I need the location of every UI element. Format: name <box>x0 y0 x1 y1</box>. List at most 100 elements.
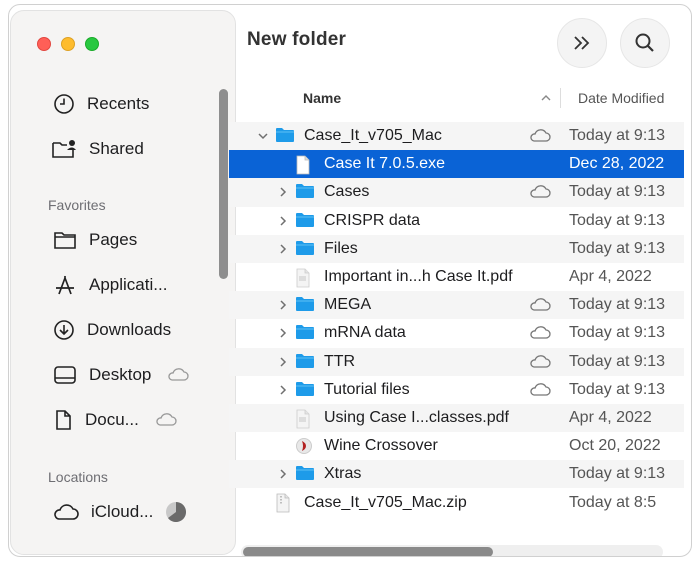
search-button[interactable] <box>620 18 670 68</box>
file-date-modified: Today at 9:13 <box>569 239 666 257</box>
file-name: Case It 7.0.5.exe <box>324 155 445 173</box>
disclosure-closed-icon[interactable] <box>277 468 289 480</box>
file-row[interactable]: Cases Today at 9:13 <box>229 178 684 207</box>
file-name: Cases <box>324 183 370 201</box>
sidebar-item-label: Recents <box>87 94 150 113</box>
icloud-status-icon <box>529 326 551 345</box>
column-separator[interactable] <box>560 88 561 108</box>
disclosure-closed-icon[interactable] <box>277 215 289 227</box>
file-name: TTR <box>324 352 356 370</box>
file-row[interactable]: MEGA Today at 9:13 <box>229 291 684 320</box>
folder-icon <box>275 127 295 145</box>
file-row[interactable]: Tutorial files Today at 9:13 <box>229 376 684 404</box>
sidebar-item-pages[interactable]: Pages <box>53 225 213 255</box>
file-name: Case_It_v705_Mac <box>304 127 442 145</box>
shared-folder-icon <box>52 140 76 158</box>
file-name: Important in...h Case It.pdf <box>324 268 513 286</box>
icloud-status-icon <box>168 368 190 381</box>
sidebar-item-label: iCloud... <box>91 502 154 521</box>
horizontal-scrollbar[interactable] <box>243 547 493 556</box>
file-date-modified: Today at 9:13 <box>569 183 666 201</box>
file-row[interactable]: Xtras Today at 9:13 <box>229 460 684 489</box>
column-header-name[interactable]: Name <box>303 85 341 111</box>
file-name: Xtras <box>324 465 362 483</box>
file-row[interactable]: Case_It_v705_Mac Today at 9:13 <box>229 122 684 151</box>
sidebar-item-label: Desktop <box>89 365 152 384</box>
sync-progress-icon <box>166 502 187 522</box>
file-row[interactable]: Important in...h Case It.pdf Apr 4, 2022 <box>229 263 684 291</box>
folder-icon <box>295 296 315 314</box>
disclosure-closed-icon[interactable] <box>277 384 289 396</box>
file-name: Case_It_v705_Mac.zip <box>304 493 467 511</box>
file-name: Wine Crossover <box>324 437 438 455</box>
download-icon <box>54 320 74 340</box>
sidebar-item-label: Applicati... <box>89 275 168 294</box>
clock-icon <box>54 94 74 114</box>
file-list: Case_It_v705_Mac Today at 9:13 Case It 7.0… <box>229 122 684 517</box>
sidebar-item-applications[interactable]: Applicati... <box>53 270 213 300</box>
file-icon <box>295 155 315 175</box>
chevron-up-icon <box>541 95 551 101</box>
disclosure-closed-icon[interactable] <box>277 299 289 311</box>
disclosure-closed-icon[interactable] <box>277 356 289 368</box>
sidebar-item-documents[interactable]: Docu... <box>53 405 213 435</box>
icloud-status-icon <box>529 354 551 374</box>
sidebar: Recents Shared Favorites Pages Applicati… <box>10 10 236 555</box>
zoom-window-button[interactable] <box>85 37 99 51</box>
file-row[interactable]: Case_It_v705_Mac.zip Today at 8:5 <box>229 488 684 516</box>
icloud-status-icon <box>529 382 551 402</box>
sidebar-item-label: Downloads <box>87 320 172 339</box>
close-window-button[interactable] <box>37 37 51 51</box>
zip-file-icon <box>275 493 295 513</box>
sidebar-scrollbar[interactable] <box>219 89 228 279</box>
file-date-modified: Today at 9:13 <box>569 211 666 229</box>
file-name: mRNA data <box>324 324 406 342</box>
pdf-file-icon <box>295 268 315 288</box>
file-name: Tutorial files <box>324 380 410 398</box>
file-row[interactable]: Wine Crossover Oct 20, 2022 <box>229 432 684 460</box>
folder-icon <box>295 240 315 258</box>
file-row[interactable]: Using Case I...classes.pdf Apr 4, 2022 <box>229 403 684 433</box>
more-toolbar-items-button[interactable] <box>557 18 607 68</box>
double-chevron-right-icon <box>574 36 590 50</box>
file-name: MEGA <box>324 296 372 314</box>
file-date-modified: Today at 9:13 <box>569 352 666 370</box>
column-header-date-label: Date Modified <box>578 90 665 106</box>
file-row[interactable]: CRISPR data Today at 9:13 <box>229 207 684 235</box>
desktop-icon <box>54 366 76 384</box>
sort-indicator <box>540 85 552 111</box>
column-header-date-modified[interactable]: Date Modified <box>578 85 664 111</box>
icloud-status-icon <box>529 185 551 204</box>
sidebar-item-icloud-drive[interactable]: iCloud... <box>53 497 213 527</box>
file-date-modified: Today at 9:13 <box>569 324 666 342</box>
disclosure-open-icon[interactable] <box>257 130 269 142</box>
folder-icon <box>295 381 315 399</box>
file-date-modified: Apr 4, 2022 <box>569 408 652 426</box>
locations-header: Locations <box>48 469 108 485</box>
file-name: CRISPR data <box>324 211 421 229</box>
file-date-modified: Today at 9:13 <box>569 296 666 314</box>
folder-icon <box>295 353 315 371</box>
sidebar-item-label: Shared <box>89 139 144 158</box>
column-header-name-label: Name <box>303 90 342 106</box>
minimize-window-button[interactable] <box>61 37 75 51</box>
file-row[interactable]: TTR Today at 9:13 <box>229 347 684 376</box>
sidebar-item-recents[interactable]: Recents <box>53 89 213 119</box>
file-date-modified: Today at 9:13 <box>569 127 666 145</box>
icloud-status-icon <box>529 129 551 148</box>
sidebar-item-desktop[interactable]: Desktop <box>53 360 213 390</box>
file-row[interactable]: Case It 7.0.5.exe Dec 28, 2022 <box>229 150 684 179</box>
sidebar-item-shared[interactable]: Shared <box>51 134 211 164</box>
file-row[interactable]: mRNA data Today at 9:13 <box>229 319 684 347</box>
applications-icon <box>56 275 74 295</box>
disclosure-closed-icon[interactable] <box>277 243 289 255</box>
sidebar-item-downloads[interactable]: Downloads <box>53 315 213 345</box>
disclosure-closed-icon[interactable] <box>277 327 289 339</box>
folder-icon <box>295 212 315 230</box>
disclosure-closed-icon[interactable] <box>277 186 289 198</box>
icloud-status-icon <box>156 413 177 426</box>
sidebar-item-label: Pages <box>89 230 138 249</box>
pdf-file-icon <box>295 409 315 429</box>
file-row[interactable]: Files Today at 9:13 <box>229 234 684 263</box>
folder-icon <box>295 324 315 342</box>
